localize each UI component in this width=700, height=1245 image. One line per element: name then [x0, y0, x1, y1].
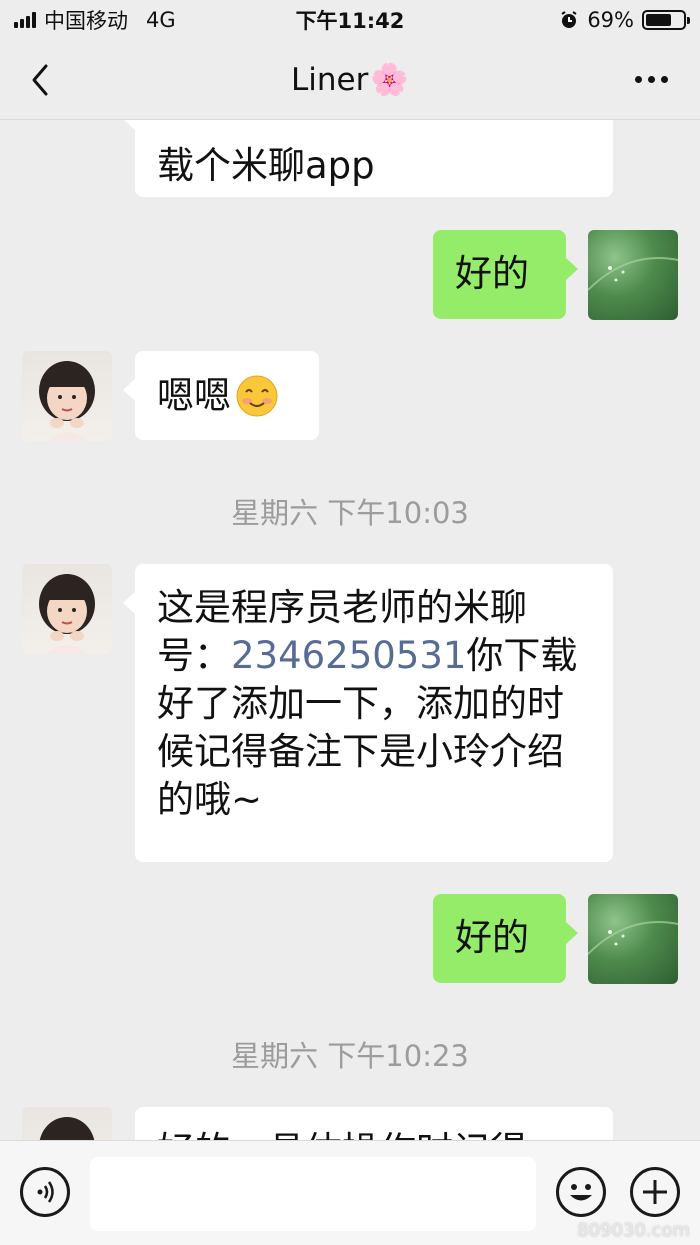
- network-type: 4G: [146, 8, 176, 32]
- message-bubble[interactable]: 嗯嗯: [123, 351, 319, 440]
- status-bar-left: 中国移动 4G: [14, 5, 176, 35]
- alarm-icon: [561, 11, 577, 28]
- nav-bar: Liner 🌸: [0, 40, 700, 120]
- self-avatar[interactable]: [588, 230, 678, 320]
- back-icon[interactable]: [26, 62, 56, 98]
- signal-icon: [14, 12, 36, 28]
- battery-icon: [642, 10, 690, 30]
- message-bubble[interactable]: 好的: [433, 230, 578, 319]
- battery-fill: [646, 14, 671, 26]
- carrier-name: 中国移动: [44, 9, 128, 33]
- battery-percent: 69%: [587, 8, 634, 32]
- input-bar: 809030.com: [0, 1140, 700, 1245]
- watermark: 809030.com: [577, 1220, 690, 1241]
- message-timestamp: 星期六 下午10:23: [231, 1039, 469, 1073]
- emoji-icon[interactable]: [556, 1167, 606, 1217]
- self-avatar[interactable]: [588, 894, 678, 984]
- message-timestamp: 星期六 下午10:03: [231, 496, 469, 530]
- voice-icon[interactable]: [20, 1167, 70, 1217]
- flower-emoji: 🌸: [370, 62, 409, 98]
- status-bar: 中国移动 4G 下午11:42 69%: [0, 0, 700, 40]
- status-bar-right: 69%: [559, 8, 690, 32]
- message-bubble[interactable]: 好的，具体操作时记得: [135, 1107, 613, 1140]
- chat-title-text: Liner: [291, 61, 369, 98]
- contact-avatar[interactable]: [22, 1107, 112, 1140]
- message-bubble[interactable]: 载个米聊app: [123, 120, 613, 197]
- contact-avatar[interactable]: [22, 564, 112, 654]
- id-link[interactable]: 2346250531: [231, 634, 466, 677]
- contact-avatar[interactable]: [22, 351, 112, 441]
- message-input[interactable]: [90, 1157, 536, 1231]
- chat-title: Liner 🌸: [291, 61, 409, 99]
- plus-icon[interactable]: [630, 1167, 680, 1217]
- more-icon[interactable]: [635, 76, 668, 83]
- smile-emoji: [236, 375, 278, 416]
- message-bubble[interactable]: 这是程序员老师的米聊号：2346250531你下载好了添加一下，添加的时候记得备…: [123, 564, 613, 862]
- message-bubble[interactable]: 好的: [433, 894, 578, 983]
- chat-messages[interactable]: 载个米聊app 好的 嗯嗯 星期六 下午10:03 这是程序员老师的米聊号：23…: [0, 120, 700, 1140]
